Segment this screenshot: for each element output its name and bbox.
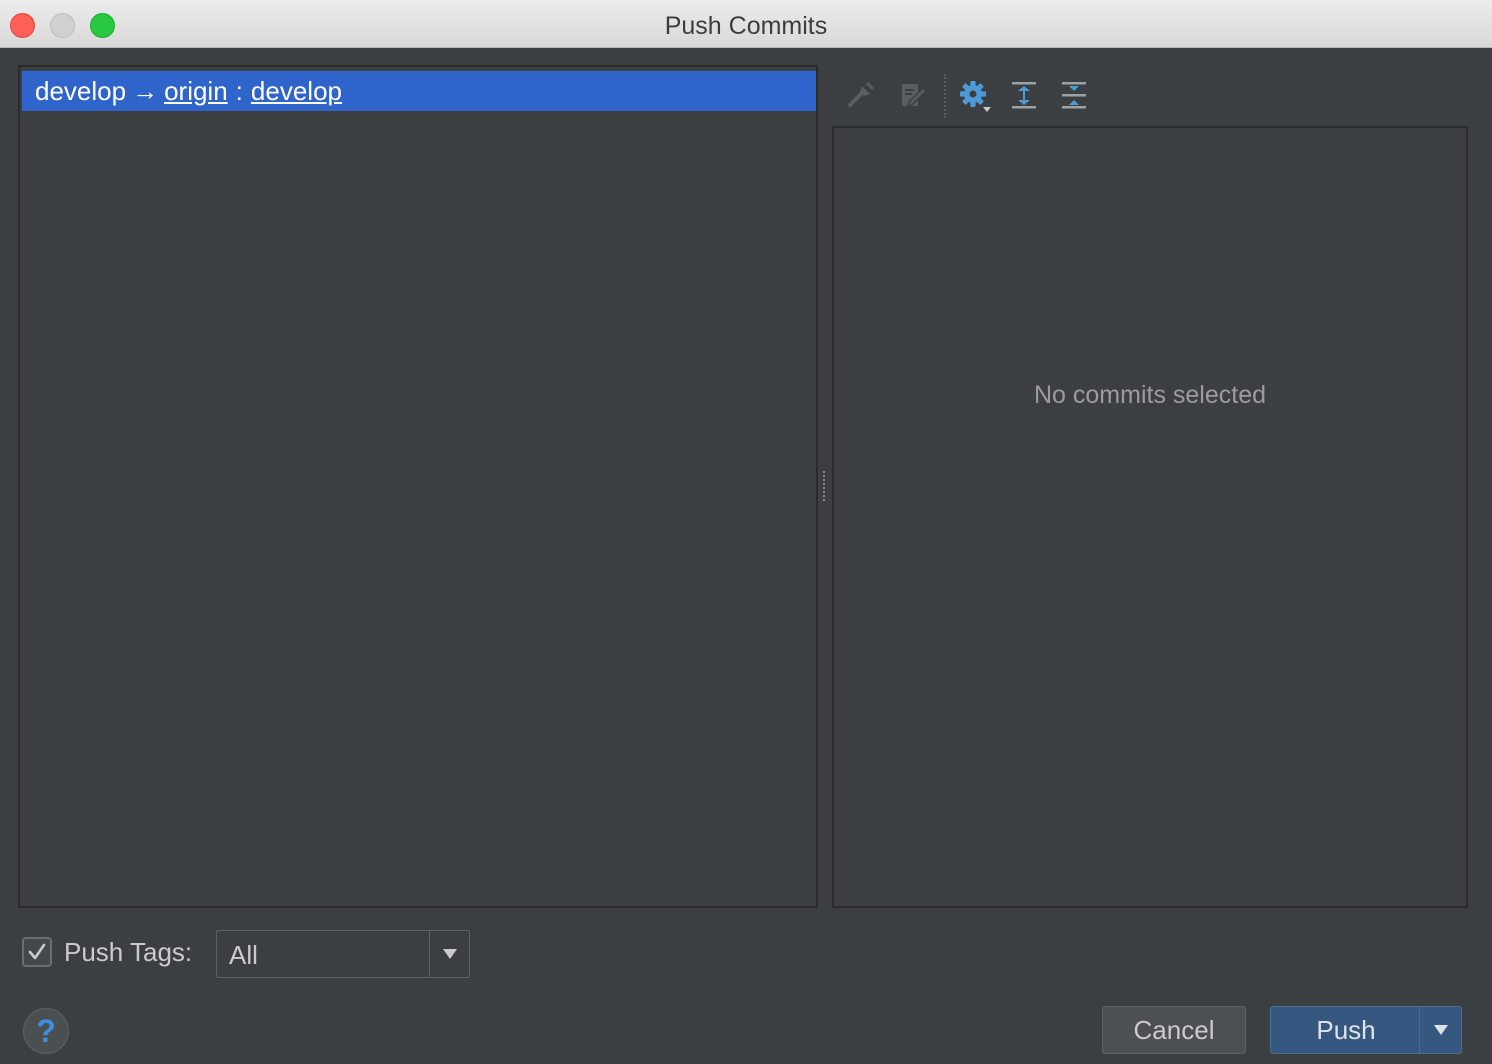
push-button-label: Push <box>1316 1014 1376 1045</box>
push-commits-dialog: Push Commits develop → origin: develop N… <box>0 0 1492 1064</box>
empty-state-text: No commits selected <box>1033 381 1267 409</box>
window-title: Push Commits <box>664 12 828 40</box>
cherry-pick-icon <box>848 82 874 107</box>
commit-details-panel: No commits selected <box>832 126 1468 908</box>
panel-splitter[interactable] <box>820 470 828 502</box>
local-branch-label: develop <box>35 76 127 106</box>
repository-row-selected[interactable]: develop → origin: develop <box>22 71 816 111</box>
push-tags-selected-value: All <box>229 940 258 970</box>
edit-source-icon <box>902 84 928 108</box>
push-tags-checkbox[interactable] <box>22 937 52 967</box>
splitter-grip-icon <box>822 470 826 502</box>
arrow-right-icon: → <box>132 76 159 106</box>
title-bar: Push Commits <box>0 0 1492 48</box>
help-button[interactable]: ? <box>23 1008 69 1054</box>
cherry-pick-button[interactable] <box>842 76 880 114</box>
push-button[interactable]: Push <box>1270 1006 1462 1054</box>
checkmark-icon <box>28 943 46 960</box>
edit-source-button[interactable] <box>894 76 932 114</box>
push-tags-row: Push Tags: All <box>22 930 482 978</box>
help-icon: ? <box>36 1012 56 1049</box>
settings-icon <box>960 81 991 112</box>
collapse-all-button[interactable] <box>1055 76 1093 114</box>
expand-all-icon <box>1012 82 1036 109</box>
details-toolbar <box>836 72 1136 118</box>
dropdown-arrow-button[interactable] <box>429 931 469 977</box>
toolbar-separator <box>944 74 946 118</box>
cancel-button-label: Cancel <box>1133 1014 1215 1045</box>
collapse-all-icon <box>1062 82 1086 109</box>
remote-separator: : <box>235 76 243 106</box>
remote-branch-link[interactable]: develop <box>251 76 342 106</box>
chevron-down-icon <box>1433 1025 1448 1035</box>
remote-link[interactable]: origin <box>164 76 228 106</box>
cancel-button[interactable]: Cancel <box>1102 1006 1246 1054</box>
push-tags-label: Push Tags: <box>64 937 193 967</box>
expand-all-button[interactable] <box>1005 76 1043 114</box>
chevron-down-icon <box>442 949 457 959</box>
repositories-tree[interactable]: develop → origin: develop <box>18 65 818 908</box>
push-tags-dropdown[interactable]: All <box>216 930 470 978</box>
view-options-button[interactable] <box>956 76 994 114</box>
push-options-button[interactable] <box>1419 1007 1461 1053</box>
